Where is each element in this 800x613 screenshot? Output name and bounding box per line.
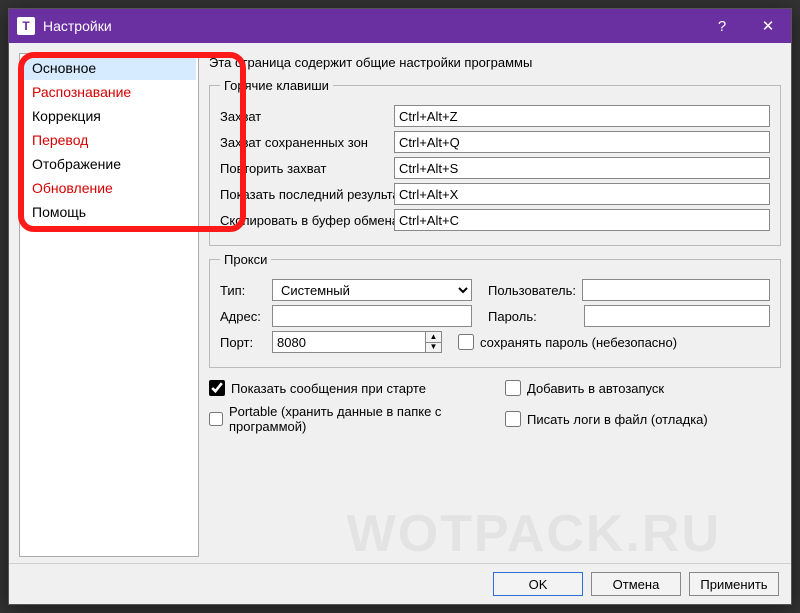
sidebar: ОсновноеРаспознаваниеКоррекцияПереводОто…	[19, 53, 199, 557]
sidebar-item-3[interactable]: Перевод	[22, 128, 196, 152]
hotkey-row-3: Показать последний результат	[220, 183, 770, 205]
proxy-port-spinner[interactable]: ▲ ▼	[272, 331, 442, 353]
ok-button[interactable]: OK	[493, 572, 583, 596]
proxy-port-label: Порт:	[220, 335, 266, 350]
sidebar-item-4[interactable]: Отображение	[22, 152, 196, 176]
proxy-pass-label: Пароль:	[488, 309, 578, 324]
portable-label: Portable (хранить данные в папке с прогр…	[229, 404, 485, 434]
page-description: Эта страница содержит общие настройки пр…	[209, 53, 781, 72]
titlebar: T Настройки ? ✕	[9, 9, 791, 43]
help-button[interactable]: ?	[699, 9, 745, 43]
hotkey-input[interactable]	[394, 105, 770, 127]
hotkey-label: Повторить захват	[220, 161, 388, 176]
hotkey-row-0: Захват	[220, 105, 770, 127]
main-panel: Эта страница содержит общие настройки пр…	[209, 53, 781, 557]
hotkey-input[interactable]	[394, 157, 770, 179]
proxy-type-label: Тип:	[220, 283, 266, 298]
hotkeys-legend: Горячие клавиши	[220, 78, 333, 93]
hotkeys-group: Горячие клавиши Захват Захват сохраненных…	[209, 78, 781, 246]
hotkey-input[interactable]	[394, 183, 770, 205]
spin-up-icon[interactable]: ▲	[426, 332, 441, 343]
proxy-group: Прокси Тип: Системный Пользователь: Адре…	[209, 252, 781, 368]
cancel-button[interactable]: Отмена	[591, 572, 681, 596]
proxy-addr-input[interactable]	[272, 305, 472, 327]
show-messages-checkbox[interactable]	[209, 380, 225, 396]
sidebar-item-6[interactable]: Помощь	[22, 200, 196, 224]
hotkey-row-4: Скопировать в буфер обмена	[220, 209, 770, 231]
sidebar-item-5[interactable]: Обновление	[22, 176, 196, 200]
sidebar-item-1[interactable]: Распознавание	[22, 80, 196, 104]
proxy-legend: Прокси	[220, 252, 271, 267]
proxy-savepwd-checkbox[interactable]	[458, 334, 474, 350]
settings-window: T Настройки ? ✕ ОсновноеРаспознаваниеКор…	[8, 8, 792, 605]
proxy-type-select[interactable]: Системный	[272, 279, 472, 301]
hotkey-label: Захват сохраненных зон	[220, 135, 388, 150]
spin-down-icon[interactable]: ▼	[426, 343, 441, 353]
hotkey-label: Показать последний результат	[220, 187, 388, 202]
proxy-user-label: Пользователь:	[488, 283, 576, 298]
proxy-pass-input[interactable]	[584, 305, 770, 327]
autostart-label: Добавить в автозапуск	[527, 381, 664, 396]
portable-checkbox[interactable]	[209, 411, 223, 427]
hotkey-label: Скопировать в буфер обмена	[220, 213, 388, 228]
writelogs-label: Писать логи в файл (отладка)	[527, 412, 708, 427]
hotkey-input[interactable]	[394, 131, 770, 153]
autostart-checkbox[interactable]	[505, 380, 521, 396]
dialog-footer: OK Отмена Применить	[9, 563, 791, 604]
sidebar-item-2[interactable]: Коррекция	[22, 104, 196, 128]
apply-button[interactable]: Применить	[689, 572, 779, 596]
proxy-user-input[interactable]	[582, 279, 770, 301]
show-messages-label: Показать сообщения при старте	[231, 381, 426, 396]
window-title: Настройки	[43, 18, 699, 34]
hotkey-input[interactable]	[394, 209, 770, 231]
hotkey-row-1: Захват сохраненных зон	[220, 131, 770, 153]
window-body: ОсновноеРаспознаваниеКоррекцияПереводОто…	[9, 43, 791, 563]
proxy-addr-label: Адрес:	[220, 309, 266, 324]
proxy-port-input[interactable]	[272, 331, 442, 353]
close-button[interactable]: ✕	[745, 9, 791, 43]
app-icon: T	[17, 17, 35, 35]
sidebar-item-0[interactable]: Основное	[22, 56, 196, 80]
proxy-savepwd-label: сохранять пароль (небезопасно)	[480, 335, 677, 350]
writelogs-checkbox[interactable]	[505, 411, 521, 427]
hotkey-label: Захват	[220, 109, 388, 124]
options-grid: Показать сообщения при старте Добавить в…	[209, 380, 781, 434]
hotkey-row-2: Повторить захват	[220, 157, 770, 179]
